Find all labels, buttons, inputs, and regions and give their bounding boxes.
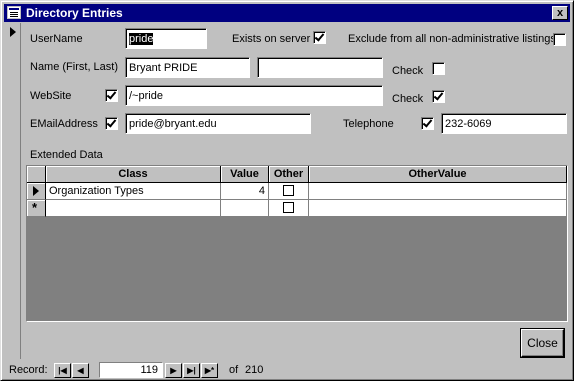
record-label: Record: [9, 364, 48, 376]
table-row-othervalue-cell[interactable] [309, 183, 567, 200]
window-close-button[interactable]: x [552, 6, 568, 20]
website-label: WebSite [30, 90, 72, 102]
record-total: 210 [245, 364, 264, 376]
extended-data-grid[interactable]: Class Value Other OtherValue Organizatio… [26, 165, 568, 322]
exists-on-server-label: Exists on server [232, 33, 311, 45]
table-row-value-cell[interactable]: 4 [221, 183, 269, 200]
column-header-class[interactable]: Class [46, 166, 221, 183]
email-flag-checkbox[interactable] [105, 117, 118, 130]
exclude-listings-checkbox[interactable] [553, 33, 566, 46]
column-header-value[interactable]: Value [221, 166, 269, 183]
username-label: UserName [30, 33, 83, 45]
name-check-label: Check [392, 65, 424, 77]
title-bar[interactable]: Directory Entries x [4, 4, 570, 22]
grid-corner[interactable] [27, 166, 46, 183]
current-record-arrow-icon [10, 27, 16, 37]
table-row-class-cell[interactable]: Organization Types [46, 183, 221, 200]
new-row-othervalue-cell[interactable] [309, 200, 567, 217]
previous-record-button[interactable]: ◀ [72, 363, 89, 378]
close-button[interactable]: Close [520, 328, 565, 358]
column-header-othervalue[interactable]: OtherValue [309, 166, 567, 183]
new-row-class-cell[interactable] [46, 200, 221, 217]
new-row-other-cell[interactable] [269, 200, 309, 217]
extended-data-label: Extended Data [30, 149, 103, 161]
username-value: pride [129, 33, 154, 45]
first-record-button[interactable]: |◀ [54, 363, 71, 378]
current-row-arrow-icon [33, 186, 39, 196]
new-row-other-checkbox[interactable] [283, 202, 294, 213]
new-row-value-cell[interactable] [221, 200, 269, 217]
new-record-button[interactable]: ▶* [201, 363, 218, 378]
record-selector[interactable] [5, 23, 21, 359]
website-field[interactable]: /~pride [125, 85, 383, 106]
next-record-button[interactable]: ▶ [165, 363, 182, 378]
other-checkbox[interactable] [283, 185, 294, 196]
form-icon [7, 6, 21, 19]
telephone-flag-checkbox[interactable] [421, 117, 434, 130]
telephone-field[interactable]: 232-6069 [441, 113, 567, 134]
first-name-field[interactable]: Bryant PRIDE [125, 57, 250, 78]
last-record-button[interactable]: ▶| [183, 363, 200, 378]
telephone-label: Telephone [343, 118, 394, 130]
email-field[interactable]: pride@bryant.edu [125, 113, 311, 134]
name-check-checkbox[interactable] [432, 62, 445, 75]
website-check-checkbox[interactable] [432, 90, 445, 103]
of-label: of [229, 364, 239, 376]
exists-on-server-checkbox[interactable] [313, 31, 326, 44]
website-check-label: Check [392, 93, 424, 105]
name-label: Name (First, Last) [30, 61, 119, 73]
new-row-selector[interactable]: * [27, 200, 46, 217]
row-selector[interactable] [27, 183, 46, 200]
record-number-field[interactable]: 119 [99, 362, 163, 378]
record-navigation: Record: |◀ ◀ 119 ▶ ▶| ▶* of 210 [5, 362, 570, 378]
email-label: EMailAddress [30, 118, 98, 130]
username-field[interactable]: pride [125, 28, 207, 49]
exclude-listings-label: Exclude from all non-administrative list… [348, 33, 556, 45]
website-flag-checkbox[interactable] [105, 89, 118, 102]
column-header-other[interactable]: Other [269, 166, 309, 183]
directory-entries-window: Directory Entries x UserName pride Exist… [0, 0, 574, 381]
last-name-field[interactable] [257, 57, 383, 78]
table-row-other-cell[interactable] [269, 183, 309, 200]
new-record-icon: * [32, 200, 38, 215]
window-title: Directory Entries [26, 6, 123, 20]
